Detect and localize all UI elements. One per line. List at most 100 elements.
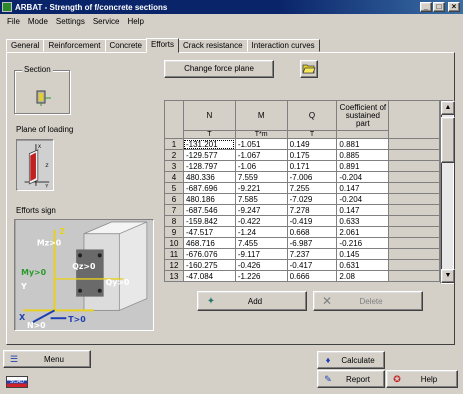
menu-service[interactable]: Service [89, 17, 124, 26]
grid-cell[interactable]: 0.147 [336, 182, 390, 194]
grid-cell[interactable]: 0.881 [336, 138, 390, 150]
report-button[interactable]: ✎ Report [317, 370, 385, 388]
tab-reinforcement[interactable]: Reinforcement [43, 39, 106, 52]
grid-cell[interactable]: 0.147 [336, 204, 390, 216]
grid-cell[interactable]: -1.24 [234, 226, 288, 238]
help-button[interactable]: ✪ Help [386, 370, 458, 388]
grid-cell[interactable]: -128.797 [182, 160, 236, 172]
grid-cell[interactable]: 2.061 [336, 226, 390, 238]
grid-cell[interactable]: -0.216 [336, 237, 390, 249]
grid-cell[interactable]: -0.204 [336, 171, 390, 183]
table-row[interactable]: 5 -687.696 -9.221 7.255 0.147 [164, 182, 440, 194]
table-row[interactable]: 13 -47.084 -1.226 0.666 2.08 [164, 270, 440, 282]
minimize-button[interactable]: _ [420, 2, 432, 12]
grid-cell[interactable]: -159.842 [182, 215, 236, 227]
grid-cell[interactable]: 2.08 [336, 270, 390, 282]
table-row[interactable]: 8 -159.842 -0.422 -0.419 0.633 [164, 215, 440, 227]
grid-cell[interactable]: -47.517 [182, 226, 236, 238]
col-header-q[interactable]: Q [286, 100, 338, 131]
table-row[interactable]: 9 -47.517 -1.24 0.668 2.061 [164, 226, 440, 238]
table-row[interactable]: 1 -131.201 -1.051 0.149 0.881 [164, 138, 440, 150]
delete-button[interactable]: ✕ Delete [313, 291, 423, 311]
grid-cell[interactable]: -0.426 [234, 259, 288, 271]
open-file-button[interactable] [300, 60, 318, 78]
grid-cell[interactable]: -676.076 [182, 248, 236, 260]
tab-efforts[interactable]: Efforts [145, 38, 179, 53]
grid-cell[interactable]: 7.278 [286, 204, 338, 216]
grid-cell[interactable]: 0.175 [286, 149, 338, 161]
grid-cell[interactable]: 480.336 [182, 171, 236, 183]
grid-cell[interactable]: -7.006 [286, 171, 338, 183]
grid-cell[interactable]: 0.633 [336, 215, 390, 227]
col-header-m[interactable]: M [234, 100, 288, 131]
table-row[interactable]: 11 -676.076 -9.117 7.237 0.145 [164, 248, 440, 260]
scroll-down-button[interactable]: ▼ [441, 269, 455, 283]
add-icon: ✦ [206, 295, 216, 307]
menu-button[interactable]: ☰ Menu [3, 350, 91, 368]
grid-cell[interactable]: -6.987 [286, 237, 338, 249]
close-button[interactable]: × [448, 2, 460, 12]
grid-cell[interactable]: -9.117 [234, 248, 288, 260]
tab-general[interactable]: General [6, 39, 45, 52]
grid-cell[interactable]: 7.237 [286, 248, 338, 260]
grid-cell[interactable]: 0.891 [336, 160, 390, 172]
section-icon[interactable] [33, 89, 53, 107]
grid-cell[interactable]: -7.029 [286, 193, 338, 205]
scroll-thumb[interactable] [441, 117, 455, 163]
tab-concrete[interactable]: Concrete [104, 39, 147, 52]
grid-cell[interactable]: 480.186 [182, 193, 236, 205]
grid-cell[interactable]: 7.559 [234, 171, 288, 183]
grid-cell[interactable]: -160.275 [182, 259, 236, 271]
grid-cell[interactable]: -1.06 [234, 160, 288, 172]
menu-file[interactable]: File [3, 17, 24, 26]
table-row[interactable]: 6 480.186 7.585 -7.029 -0.204 [164, 193, 440, 205]
grid-cell[interactable]: -1.226 [234, 270, 288, 282]
table-row[interactable]: 12 -160.275 -0.426 -0.417 0.631 [164, 259, 440, 271]
grid-cell[interactable]: -687.546 [182, 204, 236, 216]
table-row[interactable]: 4 480.336 7.559 -7.006 -0.204 [164, 171, 440, 183]
maximize-button[interactable]: □ [433, 2, 445, 12]
grid-cell[interactable]: -0.204 [336, 193, 390, 205]
grid-cell[interactable]: 0.668 [286, 226, 338, 238]
grid-cell[interactable]: -0.422 [234, 215, 288, 227]
menu-help[interactable]: Help [124, 17, 148, 26]
grid-cell[interactable]: 468.716 [182, 237, 236, 249]
grid-cell[interactable]: -1.067 [234, 149, 288, 161]
row-number: 12 [164, 259, 184, 271]
tab-interaction-curves[interactable]: Interaction curves [246, 39, 320, 52]
col-header-coefficient[interactable]: Coefficient of sustained part [336, 100, 390, 131]
change-force-plane-button[interactable]: Change force plane [164, 60, 274, 78]
grid-cell[interactable]: -687.696 [182, 182, 236, 194]
table-row[interactable]: 7 -687.546 -9.247 7.278 0.147 [164, 204, 440, 216]
col-header-n[interactable]: N [182, 100, 236, 131]
grid-vertical-scrollbar[interactable]: ▲ ▼ [440, 100, 455, 284]
menu-settings[interactable]: Settings [52, 17, 89, 26]
grid-cell[interactable]: -129.577 [182, 149, 236, 161]
scroll-up-button[interactable]: ▲ [441, 101, 455, 115]
grid-cell[interactable]: -9.247 [234, 204, 288, 216]
efforts-sign-label: Efforts sign [16, 206, 56, 215]
grid-cell[interactable]: 0.149 [286, 138, 338, 150]
table-row[interactable]: 2 -129.577 -1.067 0.175 0.885 [164, 149, 440, 161]
grid-cell[interactable]: 0.631 [336, 259, 390, 271]
calculate-button[interactable]: ♦ Calculate [317, 351, 385, 369]
grid-cell[interactable]: 0.171 [286, 160, 338, 172]
table-row[interactable]: 10 468.716 7.455 -6.987 -0.216 [164, 237, 440, 249]
grid-cell[interactable]: 7.255 [286, 182, 338, 194]
grid-cell[interactable]: 7.455 [234, 237, 288, 249]
title-bar[interactable]: ARBAT - Strength of f/concrete sections … [0, 0, 463, 14]
grid-cell[interactable]: -0.417 [286, 259, 338, 271]
grid-cell[interactable]: 0.145 [336, 248, 390, 260]
add-button[interactable]: ✦ Add [197, 291, 307, 311]
grid-cell[interactable]: 0.666 [286, 270, 338, 282]
grid-cell[interactable]: -9.221 [234, 182, 288, 194]
grid-cell[interactable]: -1.051 [234, 138, 288, 150]
menu-mode[interactable]: Mode [24, 17, 52, 26]
grid-cell[interactable]: -131.201 [182, 138, 236, 150]
grid-cell[interactable]: -0.419 [286, 215, 338, 227]
grid-cell[interactable]: 7.585 [234, 193, 288, 205]
grid-cell[interactable]: -47.084 [182, 270, 236, 282]
table-row[interactable]: 3 -128.797 -1.06 0.171 0.891 [164, 160, 440, 172]
tab-crack-resistance[interactable]: Crack resistance [177, 39, 248, 52]
grid-cell[interactable]: 0.885 [336, 149, 390, 161]
